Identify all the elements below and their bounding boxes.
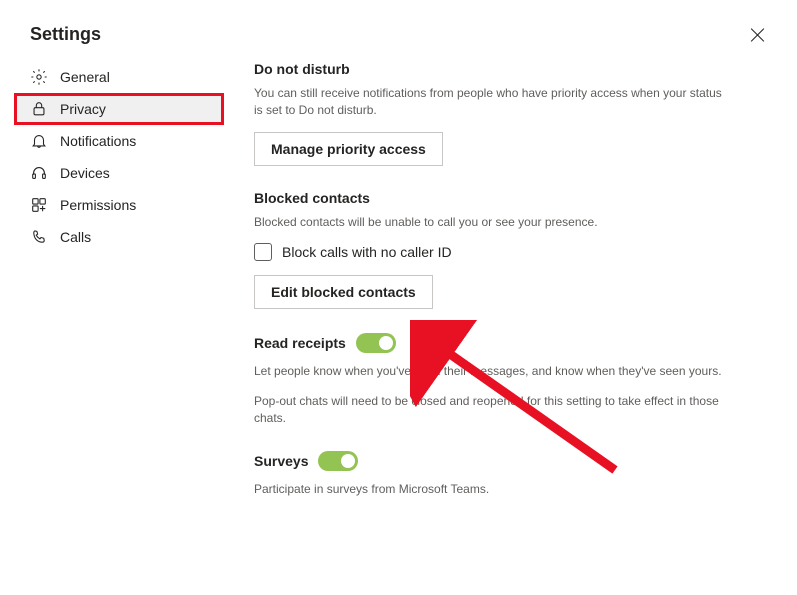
sidebar-item-label: Notifications (60, 133, 136, 149)
bell-icon (30, 132, 48, 150)
lock-icon (30, 100, 48, 118)
gear-icon (30, 68, 48, 86)
section-description: Pop-out chats will need to be closed and… (254, 393, 727, 428)
settings-sidebar: General Privacy Notifications Devices Pe (14, 61, 224, 523)
manage-priority-access-button[interactable]: Manage priority access (254, 132, 443, 166)
sidebar-item-calls[interactable]: Calls (14, 221, 224, 253)
sidebar-item-label: Permissions (60, 197, 136, 213)
section-title: Do not disturb (254, 61, 727, 77)
read-receipts-toggle[interactable] (356, 333, 396, 353)
section-title: Surveys (254, 453, 308, 469)
block-no-caller-id-row[interactable]: Block calls with no caller ID (254, 243, 727, 261)
section-description: Participate in surveys from Microsoft Te… (254, 481, 727, 498)
section-blocked-contacts: Blocked contacts Blocked contacts will b… (254, 190, 727, 309)
section-surveys: Surveys Participate in surveys from Micr… (254, 451, 727, 498)
headset-icon (30, 164, 48, 182)
settings-content: Do not disturb You can still receive not… (224, 61, 797, 523)
page-title: Settings (30, 24, 101, 45)
section-title: Read receipts (254, 335, 346, 351)
surveys-toggle[interactable] (318, 451, 358, 471)
checkbox-label: Block calls with no caller ID (282, 244, 452, 260)
sidebar-item-general[interactable]: General (14, 61, 224, 93)
close-icon[interactable] (749, 26, 767, 44)
sidebar-item-label: General (60, 69, 110, 85)
sidebar-item-privacy[interactable]: Privacy (14, 93, 224, 125)
sidebar-item-notifications[interactable]: Notifications (14, 125, 224, 157)
edit-blocked-contacts-button[interactable]: Edit blocked contacts (254, 275, 433, 309)
section-description: Let people know when you've seen their m… (254, 363, 727, 380)
checkbox-icon[interactable] (254, 243, 272, 261)
phone-icon (30, 228, 48, 246)
settings-header: Settings (0, 0, 797, 61)
section-title: Blocked contacts (254, 190, 727, 206)
apps-icon (30, 196, 48, 214)
settings-layout: General Privacy Notifications Devices Pe (0, 61, 797, 523)
sidebar-item-label: Privacy (60, 101, 106, 117)
sidebar-item-label: Devices (60, 165, 110, 181)
sidebar-item-label: Calls (60, 229, 91, 245)
section-description: You can still receive notifications from… (254, 85, 727, 120)
section-read-receipts: Read receipts Let people know when you'v… (254, 333, 727, 427)
sidebar-item-devices[interactable]: Devices (14, 157, 224, 189)
section-description: Blocked contacts will be unable to call … (254, 214, 727, 231)
section-do-not-disturb: Do not disturb You can still receive not… (254, 61, 727, 166)
sidebar-item-permissions[interactable]: Permissions (14, 189, 224, 221)
